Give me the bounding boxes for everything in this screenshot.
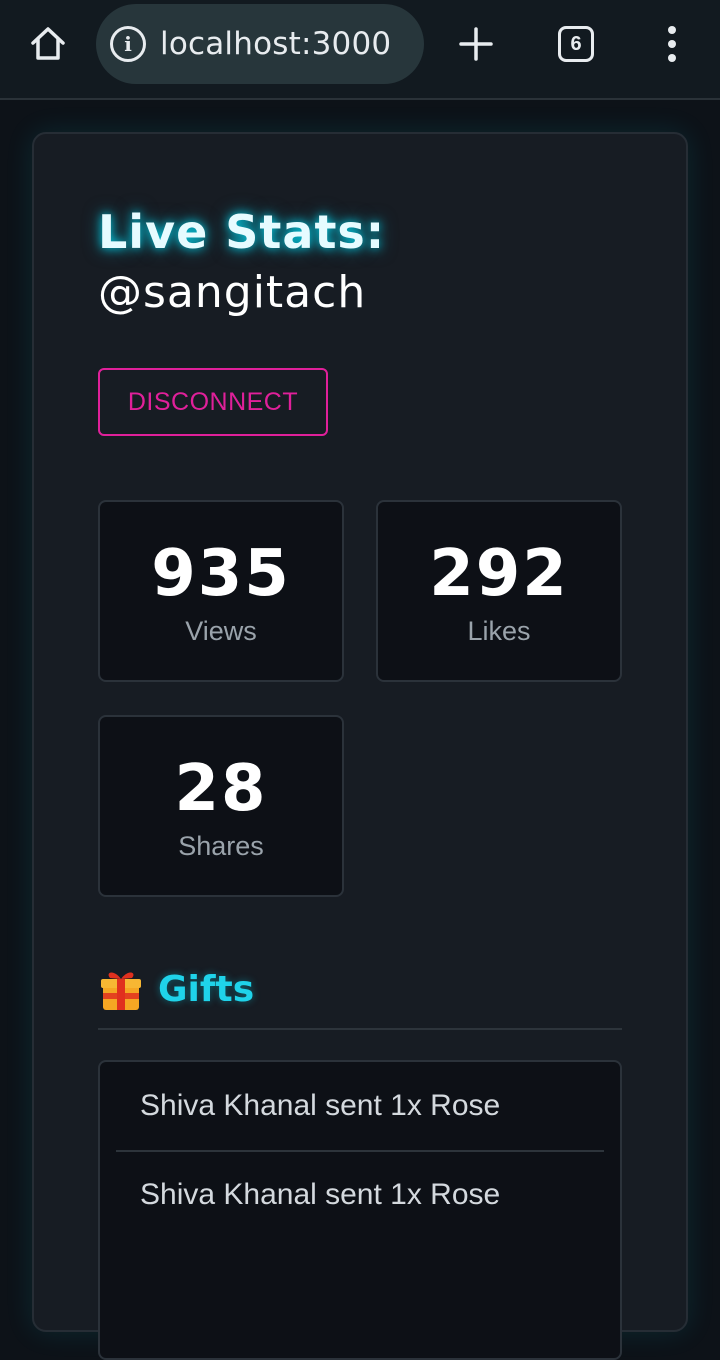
page-title: Live Stats:	[98, 205, 386, 259]
new-tab-icon[interactable]	[452, 20, 500, 68]
disconnect-button[interactable]: DISCONNECT	[98, 368, 328, 436]
gift-list-item: Shiva Khanal sent 1x Rose	[116, 1150, 604, 1238]
stat-label: Likes	[467, 616, 531, 646]
gift-icon	[101, 972, 141, 1010]
more-menu-icon[interactable]	[652, 22, 692, 66]
stat-value: 28	[174, 752, 268, 826]
home-icon[interactable]	[24, 22, 72, 66]
gift-list-item: Shiva Khanal sent 1x Rose	[140, 1089, 501, 1122]
gifts-title: Gifts	[158, 968, 255, 1010]
stat-value: 292	[429, 537, 569, 611]
stat-value: 935	[151, 537, 291, 611]
stat-shares: 28 Shares	[98, 715, 344, 897]
tab-switcher-button[interactable]: 6	[556, 24, 596, 64]
gifts-header: Gifts	[98, 960, 622, 1030]
address-bar[interactable]: i localhost:3000	[96, 4, 424, 84]
stat-label: Shares	[178, 831, 264, 861]
stats-card: Live Stats: @sangitach DISCONNECT 935 Vi…	[32, 132, 688, 1360]
stat-views: 935 Views	[98, 500, 344, 682]
stat-label: Views	[185, 616, 257, 646]
stat-likes: 292 Likes	[376, 500, 622, 682]
username-handle: @sangitach	[98, 267, 367, 318]
browser-toolbar: i localhost:3000 6	[0, 0, 720, 100]
tab-count: 6	[558, 26, 594, 62]
info-icon[interactable]: i	[110, 26, 146, 62]
page-content: Live Stats: @sangitach DISCONNECT 935 Vi…	[0, 102, 720, 1360]
gift-list: Shiva Khanal sent 1x Rose Shiva Khanal s…	[98, 1060, 622, 1360]
url-text: localhost:3000	[160, 26, 392, 62]
